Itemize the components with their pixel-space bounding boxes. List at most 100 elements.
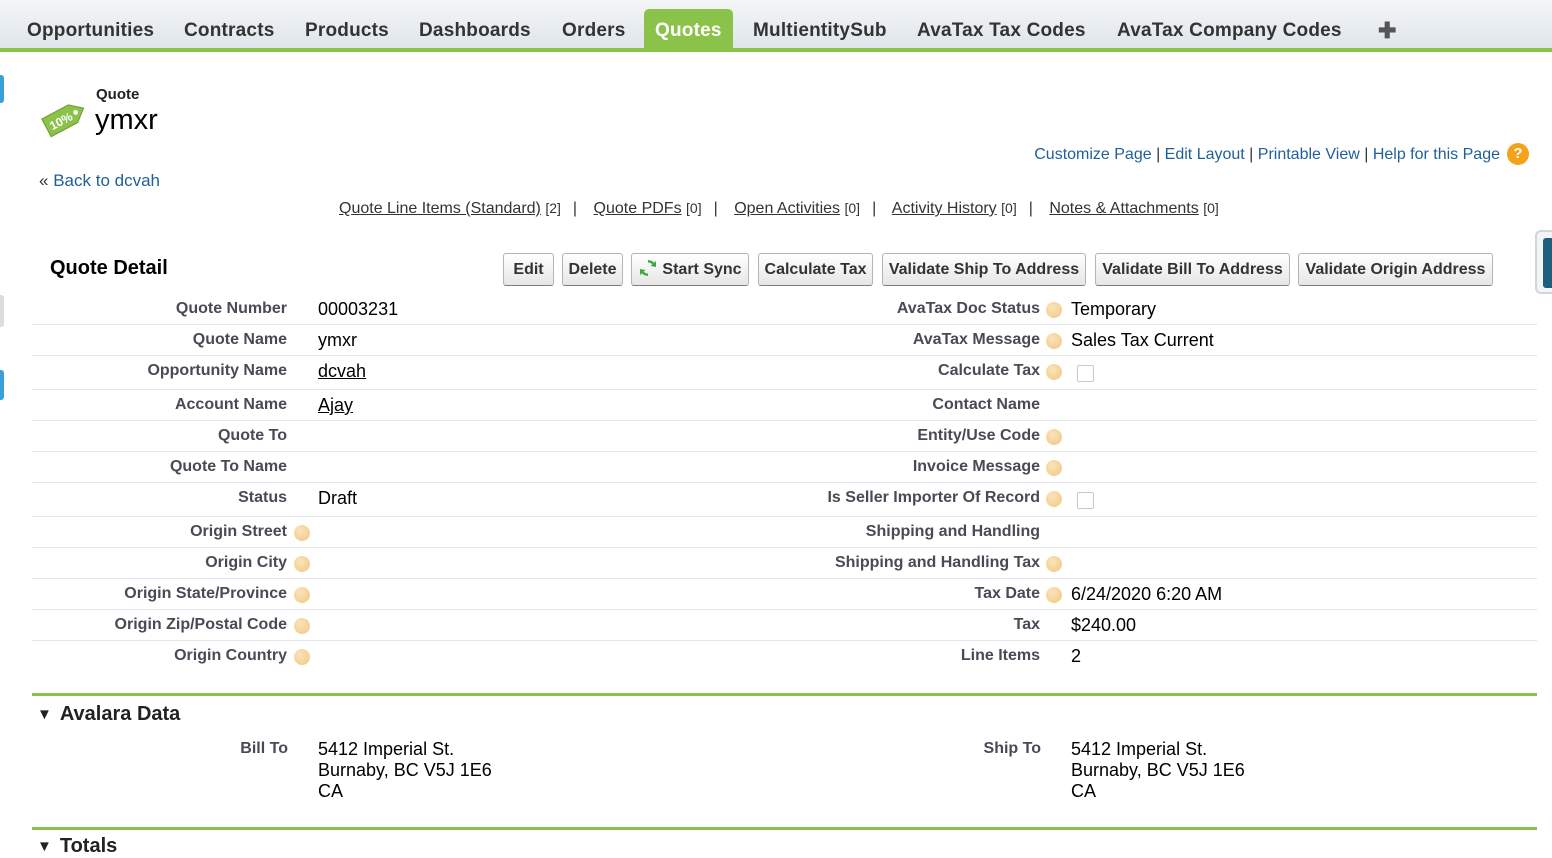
field-value-status: Draft [318,488,358,508]
detail-row: Quote Number 00003231 AvaTax Doc Status Tem… [32,293,1537,325]
field-label-quote-number: Quote Number [175,300,287,317]
field-label-quote-to-name: Quote To Name [169,458,287,475]
help-bubble-icon[interactable] [294,649,310,665]
side-panel-handle[interactable] [1535,230,1552,294]
help-bubble-icon[interactable] [1046,491,1062,507]
field-label-calculate-tax: Calculate Tax [938,362,1040,379]
start-sync-button[interactable]: Start Sync [631,253,749,286]
field-value-quote-name: ymxr [318,330,357,350]
page-title: ymxr [95,104,158,136]
help-page-link[interactable]: Help for this Page [1373,146,1500,163]
section-title-avalara-data[interactable]: ▼ Avalara Data [37,703,180,726]
ship-to-address: 5412 Imperial St. Burnaby, BC V5J 1E6 CA [1071,739,1245,802]
validate-ship-to-address-button[interactable]: Validate Ship To Address [882,253,1086,286]
tab-contracts[interactable]: Contracts [173,9,285,52]
help-bubble-icon[interactable] [1046,556,1062,572]
checkbox-calculate-tax [1077,365,1094,382]
detail-row: Opportunity Name dcvah Calculate Tax [32,355,1537,390]
tab-avatax-company-codes[interactable]: AvaTax Company Codes [1106,9,1353,52]
field-link-opportunity-name[interactable]: dcvah [318,361,366,381]
help-bubble-icon[interactable] [1046,364,1062,380]
back-link[interactable]: Back to dcvah [53,171,160,190]
sync-icon [640,259,657,277]
related-count: [0] [1001,200,1017,216]
related-count: [0] [844,200,861,216]
address-line: 5412 Imperial St. [318,739,455,759]
field-value-avatax-message: Sales Tax Current [1071,330,1214,350]
quote-tag-icon: 10% [41,104,85,138]
totals-label: Totals [59,835,118,857]
related-link-open-activities[interactable]: Open Activities [734,200,840,217]
bill-to-label: Bill To [240,740,288,757]
related-count: [0] [1203,200,1219,216]
related-link-quote-pdfs[interactable]: Quote PDFs [594,200,682,217]
field-label-quote-name: Quote Name [192,331,287,348]
field-label-tax-date: Tax Date [974,585,1040,602]
address-line: CA [1071,781,1097,801]
address-line: Burnaby, BC V5J 1E6 [318,760,492,780]
field-label-quote-to: Quote To [217,427,287,444]
field-label-avatax-message: AvaTax Message [912,331,1040,348]
edit-layout-link[interactable]: Edit Layout [1165,146,1245,163]
field-label-origin-street: Origin Street [190,523,287,540]
delete-button[interactable]: Delete [562,253,623,286]
tab-opportunities[interactable]: Opportunities [16,9,165,52]
help-bubble-icon[interactable] [1046,460,1062,476]
detail-row: Quote Name ymxr AvaTax Message Sales Tax Cu… [32,324,1537,356]
help-bubble-icon[interactable] [1046,429,1062,445]
avalara-data-label: Avalara Data [59,703,181,725]
address-line: 5412 Imperial St. [1071,739,1208,759]
help-bubble-icon[interactable] [294,587,310,603]
object-label: Quote [96,86,140,103]
field-value-account-name: Ajay [318,395,353,416]
field-value-avatax-doc-status: Temporary [1071,299,1157,319]
tab-multientitysub[interactable]: MultientitySub [742,9,898,52]
field-label-contact-name: Contact Name [932,396,1040,413]
help-bubble-icon[interactable] [294,618,310,634]
detail-row: Account Name Ajay Contact Name [32,389,1537,421]
calculate-tax-button[interactable]: Calculate Tax [758,253,873,286]
related-list-links: Quote Line Items (Standard) [2] | Quote P… [339,200,1219,217]
tab-avatax-tax-codes[interactable]: AvaTax Tax Codes [906,9,1097,52]
detail-row: Quote To Name Invoice Message [32,451,1537,483]
detail-row: Origin City Shipping and Handling Tax [32,547,1537,579]
detail-row: Quote To Entity/Use Code [32,420,1537,452]
validate-bill-to-address-button[interactable]: Validate Bill To Address [1095,253,1290,286]
tab-quotes[interactable]: Quotes [644,9,733,52]
related-link-notes-attachments[interactable]: Notes & Attachments [1049,200,1198,217]
related-count: [2] [545,200,561,216]
field-label-origin-country: Origin Country [174,647,287,664]
field-label-shipping-and-handling: Shipping and Handling [865,523,1040,540]
field-label-status: Status [238,489,287,506]
validate-origin-address-button[interactable]: Validate Origin Address [1298,253,1493,286]
help-bubble-icon[interactable] [1046,333,1062,349]
printable-view-link[interactable]: Printable View [1258,146,1360,163]
detail-row: Origin Country Line Items 2 [32,640,1537,671]
section-title-quote-detail: Quote Detail [50,257,168,279]
collapse-triangle-icon: ▼ [37,706,52,723]
field-label-shipping-and-handling-tax: Shipping and Handling Tax [834,554,1040,571]
tab-orders[interactable]: Orders [551,9,637,52]
customize-page-link[interactable]: Customize Page [1034,146,1151,163]
related-link-activity-history[interactable]: Activity History [892,200,997,217]
detail-row: Status Draft Is Seller Importer Of Record [32,482,1537,517]
related-link-quote-line-items[interactable]: Quote Line Items (Standard) [339,200,541,217]
field-label-invoice-message: Invoice Message [912,458,1040,475]
address-line: Burnaby, BC V5J 1E6 [1071,760,1245,780]
help-bubble-icon[interactable] [294,556,310,572]
edit-button[interactable]: Edit [503,253,554,286]
help-bubble-icon[interactable] [1046,587,1062,603]
help-icon[interactable]: ? [1507,143,1529,165]
address-line: CA [318,781,344,801]
left-edge-accent [0,370,4,400]
tab-products[interactable]: Products [294,9,400,52]
left-edge-accent [0,75,4,103]
help-bubble-icon[interactable] [1046,302,1062,318]
field-label-is-seller-importer-of-record: Is Seller Importer Of Record [827,489,1040,506]
help-bubble-icon[interactable] [294,525,310,541]
detail-row: Origin Zip/Postal Code Tax $240.00 [32,609,1537,641]
detail-row: Origin State/Province Tax Date 6/24/2020 6… [32,578,1537,610]
field-link-account-name[interactable]: Ajay [318,395,353,415]
tab-dashboards[interactable]: Dashboards [408,9,542,52]
add-tab-plus-icon[interactable]: ✚ [1367,9,1408,52]
